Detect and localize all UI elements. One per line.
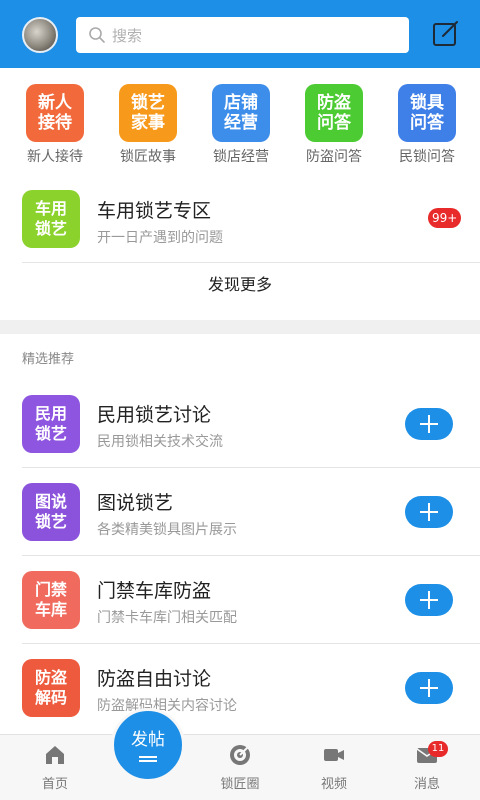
unread-badge: 99+ <box>428 208 462 228</box>
civil-locks-tile: 民用 锁艺 <box>22 395 80 453</box>
quick-item-label: 新人接待 <box>27 149 83 165</box>
recommend-row-civil-locks[interactable]: 民用 锁艺 民用锁艺讨论 民用锁相关技术交流 <box>0 380 480 468</box>
nav-home[interactable]: 首页 <box>25 743 85 792</box>
bottom-nav: 首页 锁匠圈 视频 消息 <box>0 734 480 800</box>
follow-plus-button[interactable] <box>405 672 453 704</box>
nav-video[interactable]: 视频 <box>304 743 364 792</box>
security-qa-tile: 防盗 问答 <box>305 84 363 142</box>
nav-video-label: 视频 <box>320 777 347 792</box>
locksmith-stories-tile: 锁艺 家事 <box>119 84 177 142</box>
row-subtitle: 民用锁相关技术交流 <box>97 434 223 450</box>
recommend-section: 精选推荐 民用 锁艺 民用锁艺讨论 民用锁相关技术交流 图说 锁艺 图说锁艺 各… <box>0 334 480 734</box>
follow-plus-button[interactable] <box>405 584 453 616</box>
lock-qa-tile: 锁具 问答 <box>398 84 456 142</box>
search-placeholder: 搜索 <box>112 26 143 45</box>
follow-plus-button[interactable] <box>405 496 453 528</box>
recommend-row-anti-theft[interactable]: 防盗 解码 防盗自由讨论 防盗解码相关内容讨论 <box>0 644 480 732</box>
nav-home-label: 首页 <box>41 777 68 792</box>
recommend-heading: 精选推荐 <box>22 352 75 367</box>
nav-locksmith-circle[interactable]: 锁匠圈 <box>210 743 270 792</box>
picture-locks-tile: 图说 锁艺 <box>22 483 80 541</box>
recommend-row-gate-garage[interactable]: 门禁 车库 门禁车库防盗 门禁卡车库门相关匹配 <box>0 556 480 644</box>
quick-item-security-qa[interactable]: 防盗 问答 防盗问答 <box>299 84 369 174</box>
search-icon <box>89 27 105 43</box>
nav-messages[interactable]: 消息 <box>397 743 457 792</box>
row-subtitle: 防盗解码相关内容讨论 <box>97 698 237 714</box>
post-button[interactable]: 发帖 <box>111 708 185 782</box>
featured-section: 车用 锁艺 车用锁艺专区 开一日产遇到的问题 99+ 发现更多 <box>0 172 480 320</box>
menu-lines-icon <box>139 756 157 762</box>
post-button-label: 发帖 <box>131 730 165 750</box>
shop-management-tile: 店铺 经营 <box>212 84 270 142</box>
top-bar: 搜索 <box>0 0 480 68</box>
quick-categories: 新人 接待 新人接待 锁艺 家事 锁匠故事 店铺 经营 锁店经营 防盗 问答 防… <box>0 68 480 172</box>
video-camera-icon <box>324 749 344 761</box>
quick-item-shop-management[interactable]: 店铺 经营 锁店经营 <box>206 84 276 174</box>
quick-item-label: 民锁问答 <box>399 149 455 165</box>
row-subtitle: 门禁卡车库门相关匹配 <box>97 610 237 626</box>
row-title: 门禁车库防盗 <box>97 580 212 602</box>
featured-title: 车用锁艺专区 <box>97 200 212 222</box>
quick-item-locksmith-stories[interactable]: 锁艺 家事 锁匠故事 <box>113 84 183 174</box>
compose-icon[interactable] <box>432 20 460 48</box>
quick-item-new-user[interactable]: 新人 接待 新人接待 <box>20 84 90 174</box>
row-title: 防盗自由讨论 <box>97 668 212 690</box>
search-bar[interactable]: 搜索 <box>76 17 409 53</box>
nav-circle-label: 锁匠圈 <box>220 777 260 792</box>
anti-theft-tile: 防盗 解码 <box>22 659 80 717</box>
new-user-tile: 新人 接待 <box>26 84 84 142</box>
featured-subtitle: 开一日产遇到的问题 <box>97 230 223 246</box>
target-icon <box>230 745 250 765</box>
discover-more-link[interactable]: 发现更多 <box>0 264 480 316</box>
recommend-row-picture-locks[interactable]: 图说 锁艺 图说锁艺 各类精美锁具图片展示 <box>0 468 480 556</box>
divider <box>22 262 480 263</box>
quick-item-label: 防盗问答 <box>306 149 362 165</box>
message-count-badge: 11 <box>428 741 448 757</box>
row-title: 民用锁艺讨论 <box>97 404 212 426</box>
home-icon <box>46 746 64 764</box>
row-subtitle: 各类精美锁具图片展示 <box>97 522 237 538</box>
nav-messages-label: 消息 <box>413 777 440 792</box>
gate-garage-tile: 门禁 车库 <box>22 571 80 629</box>
follow-plus-button[interactable] <box>405 408 453 440</box>
quick-item-label: 锁店经营 <box>213 149 269 165</box>
car-lock-tile: 车用 锁艺 <box>22 190 80 248</box>
row-title: 图说锁艺 <box>97 492 174 514</box>
featured-row-car-locks[interactable]: 车用 锁艺 车用锁艺专区 开一日产遇到的问题 99+ <box>0 172 480 262</box>
quick-item-label: 锁匠故事 <box>120 149 176 165</box>
quick-item-lock-qa[interactable]: 锁具 问答 民锁问答 <box>392 84 462 174</box>
user-avatar[interactable] <box>22 17 58 53</box>
